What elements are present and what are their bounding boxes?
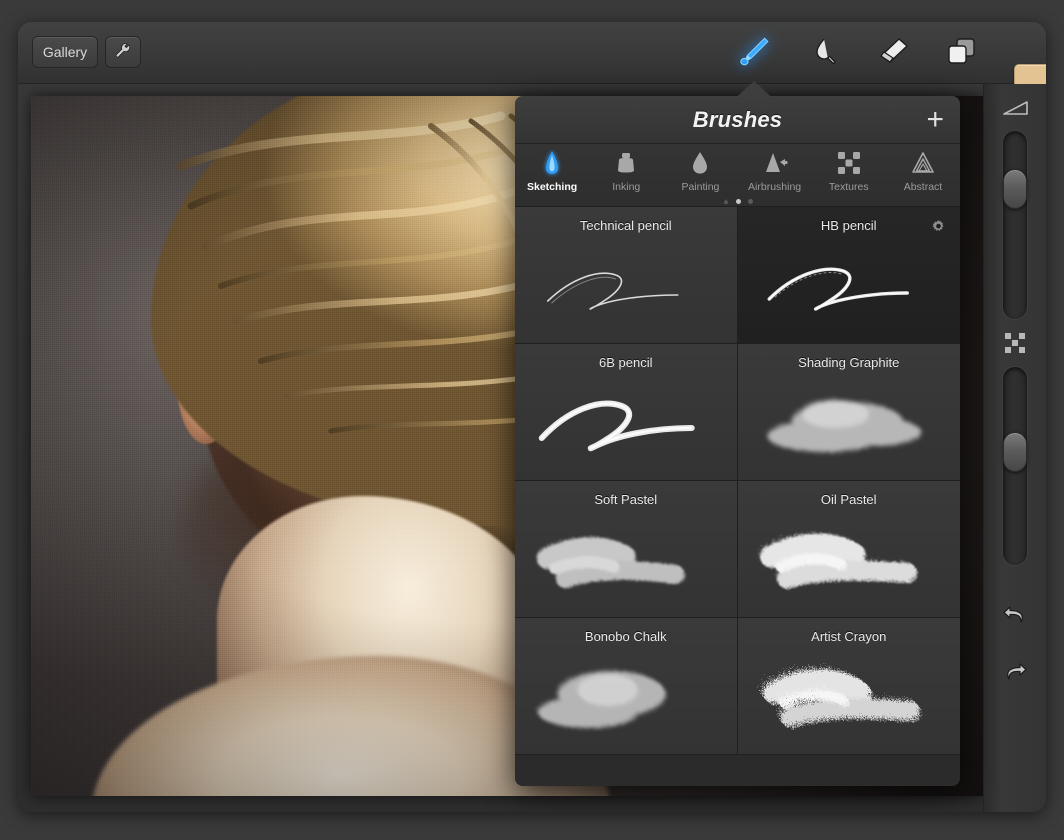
app-window: Gallery Brushes + Sketching Inking Paint… (18, 22, 1046, 812)
tab-inking-label: Inking (612, 181, 641, 193)
ink-bottle-icon (613, 149, 639, 177)
undo-button[interactable] (1001, 602, 1029, 628)
paintbrush-icon (737, 34, 771, 73)
tab-inking[interactable]: Inking (589, 144, 663, 206)
brushes-popup: Brushes + Sketching Inking Painting Airb… (515, 96, 960, 786)
brush-item-6b-pencil[interactable]: 6B pencil (515, 344, 738, 481)
eraser-icon (877, 35, 911, 72)
brush-name: 6B pencil (599, 355, 653, 370)
brush-item-shading-graphite[interactable]: Shading Graphite (737, 344, 960, 481)
brushes-popup-arrow (736, 82, 772, 98)
tab-airbrushing[interactable]: Airbrushing (738, 144, 812, 206)
tab-sketching[interactable]: Sketching (515, 144, 589, 206)
textures-squares-icon (836, 149, 862, 177)
abstract-triangle-icon (910, 149, 936, 177)
page-dot-prev[interactable] (722, 199, 729, 204)
brush-name: Technical pencil (579, 218, 672, 233)
brush-item-hb-pencil[interactable]: HB pencil (737, 207, 960, 344)
brushes-popup-footer (515, 772, 960, 786)
sidebar-controls (983, 84, 1046, 812)
brush-stroke-preview (546, 272, 679, 310)
opacity-slider-thumb[interactable] (1003, 432, 1027, 472)
brush-item-technical-pencil[interactable]: Technical pencil (515, 207, 738, 344)
tab-abstract[interactable]: Abstract (886, 144, 960, 206)
tab-airbrushing-label: Airbrushing (748, 181, 802, 193)
brush-item-oil-pastel[interactable]: Oil Pastel (737, 481, 960, 618)
top-toolbar: Gallery (18, 22, 1046, 98)
brush-stroke-preview (759, 666, 917, 724)
paint-drop-icon (688, 149, 712, 177)
airbrush-icon (761, 149, 789, 177)
opacity-checker-icon (1004, 332, 1026, 354)
brush-name: Oil Pastel (820, 492, 877, 507)
brush-stroke-preview (535, 535, 684, 587)
brush-stroke-preview (538, 400, 695, 452)
brush-size-slider[interactable] (1002, 130, 1028, 320)
brush-name: Bonobo Chalk (584, 629, 667, 644)
page-dot-2[interactable] (747, 199, 753, 204)
tab-sketching-label: Sketching (526, 181, 578, 193)
brush-name: Soft Pastel (594, 492, 658, 507)
brush-page-dots (722, 199, 753, 204)
layers-icon (945, 35, 979, 72)
add-brush-button[interactable]: + (926, 104, 944, 135)
actions-wrench-button[interactable] (105, 36, 141, 68)
tab-abstract-label: Abstract (903, 181, 943, 193)
brush-category-tabs: Sketching Inking Painting Airbrushing Te… (515, 144, 960, 207)
smudge-icon (808, 35, 840, 72)
brushes-popup-header: Brushes + (515, 96, 960, 144)
brush-stroke-preview (767, 267, 909, 311)
wrench-icon (114, 42, 132, 63)
tab-textures[interactable]: Textures (812, 144, 886, 206)
brush-name: Shading Graphite (798, 355, 900, 370)
eraser-tool[interactable] (866, 32, 922, 74)
gallery-button[interactable]: Gallery (32, 36, 98, 68)
gallery-button-label: Gallery (42, 44, 88, 60)
brush-name: Artist Crayon (811, 629, 887, 644)
brush-stroke-preview (766, 400, 921, 452)
brush-item-bonobo-chalk[interactable]: Bonobo Chalk (515, 618, 738, 755)
brush-size-slider-thumb[interactable] (1003, 169, 1027, 209)
gear-icon[interactable] (931, 219, 946, 234)
brush-item-soft-pastel[interactable]: Soft Pastel (515, 481, 738, 618)
brush-stroke-preview (757, 531, 915, 587)
opacity-slider[interactable] (1002, 366, 1028, 566)
sketching-nib-icon (541, 149, 563, 177)
brush-stroke-preview (537, 671, 666, 728)
redo-button[interactable] (1001, 659, 1029, 685)
smudge-tool[interactable] (796, 32, 852, 74)
tab-textures-label: Textures (828, 181, 869, 193)
brush-size-triangle-icon (1002, 100, 1028, 116)
paintbrush-tool[interactable] (726, 32, 782, 74)
tab-painting[interactable]: Painting (663, 144, 737, 206)
brush-item-artist-crayon[interactable]: Artist Crayon (737, 618, 960, 755)
brushes-title: Brushes (692, 106, 783, 132)
layers-tool[interactable] (934, 32, 990, 74)
tab-painting-label: Painting (681, 181, 720, 193)
brush-name: HB pencil (820, 218, 877, 233)
page-dot-1[interactable] (735, 199, 741, 204)
brush-list: Technical pencil HB pencil 6B pencil Sha… (515, 207, 960, 755)
